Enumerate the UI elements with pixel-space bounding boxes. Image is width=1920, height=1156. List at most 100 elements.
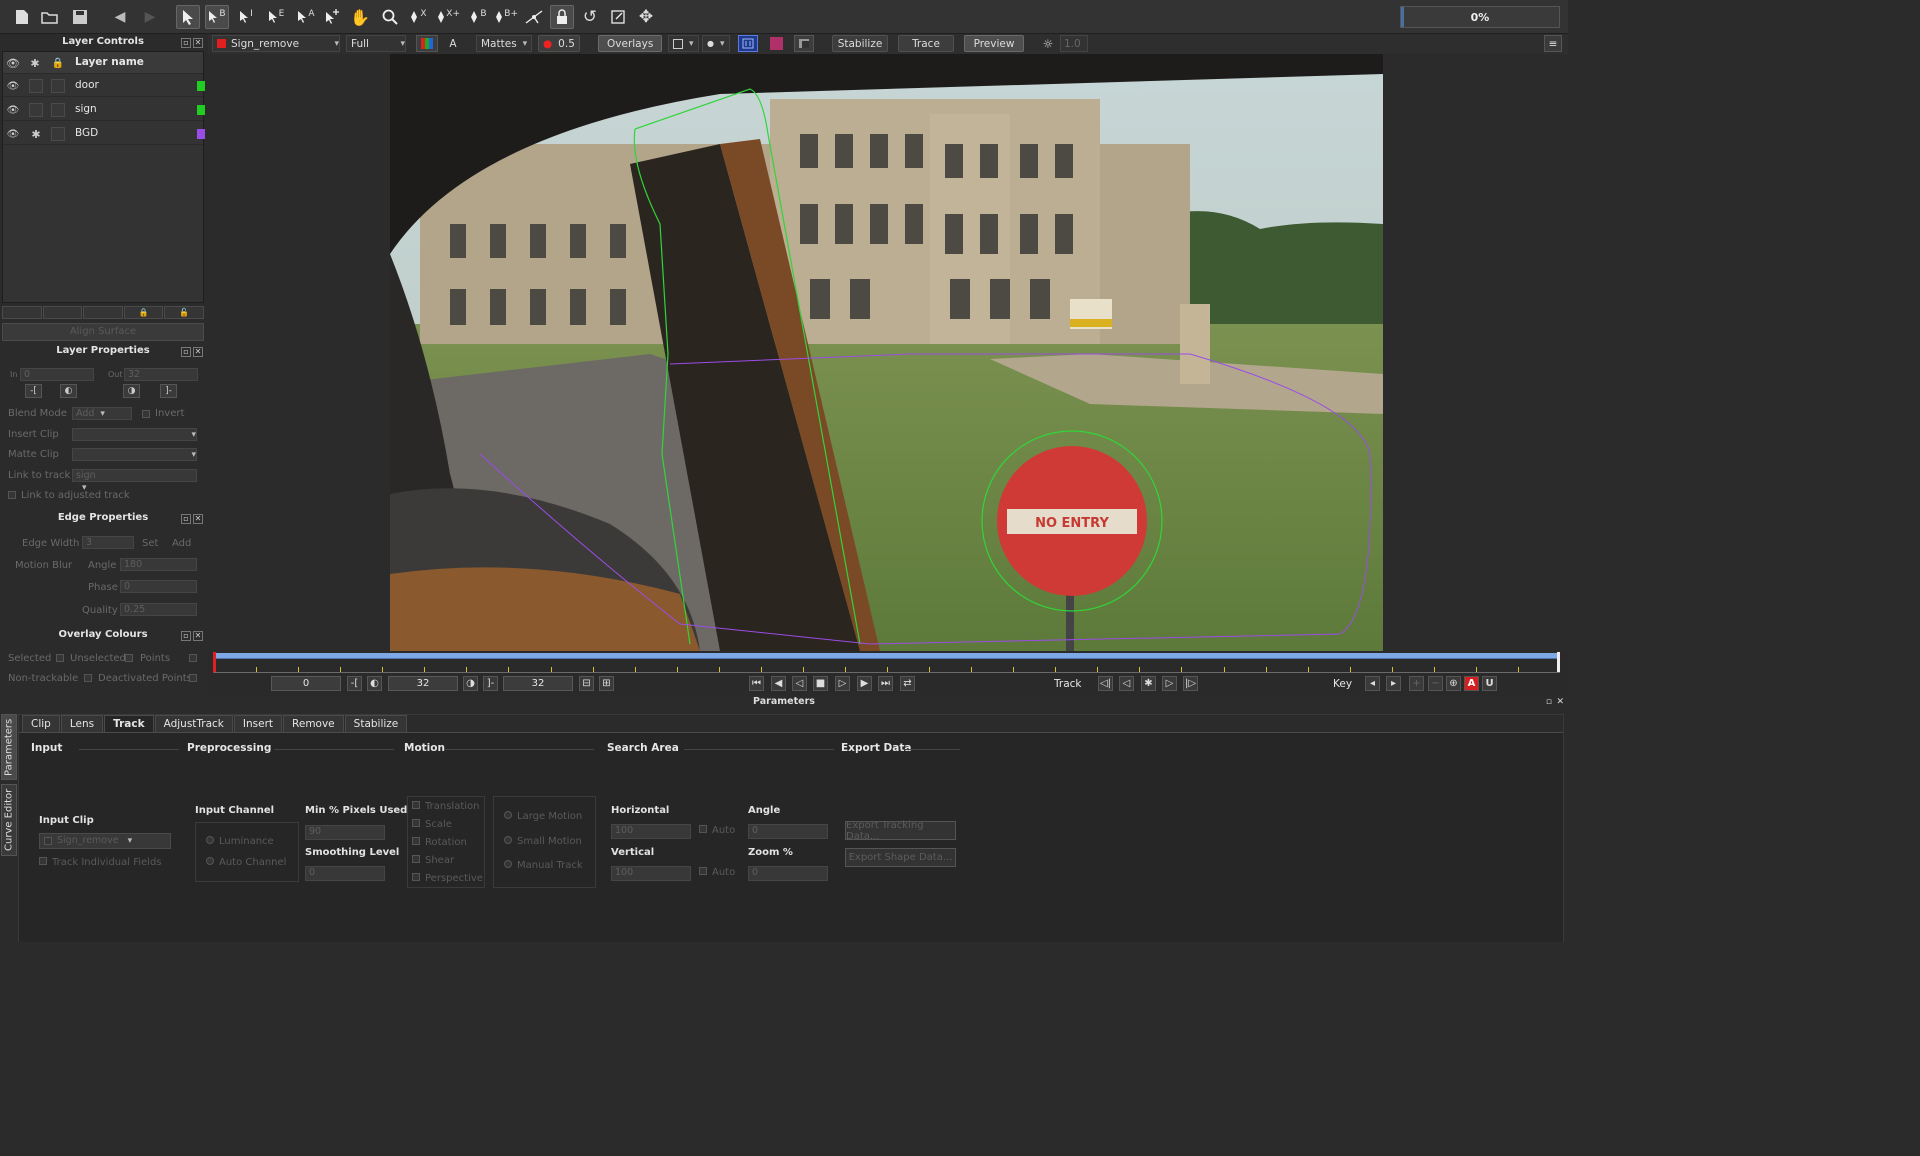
manual-track-radio[interactable] xyxy=(504,860,512,868)
opacity-control[interactable]: ● 0.5 xyxy=(538,35,580,52)
quality-field[interactable]: 0.25 xyxy=(120,603,197,616)
export-tracking-data-button[interactable]: Export Tracking Data... xyxy=(845,820,956,842)
min-pixels-field[interactable]: 90 xyxy=(305,825,385,840)
float-panel-icon[interactable]: ▫ xyxy=(181,631,191,641)
translation-checkbox[interactable] xyxy=(412,801,420,809)
select-i-tool-icon[interactable]: I xyxy=(234,5,258,29)
scale-tool-icon[interactable] xyxy=(606,5,630,29)
tab-adjusttrack[interactable]: AdjustTrack xyxy=(154,715,233,732)
large-motion-radio[interactable] xyxy=(504,811,512,819)
layer-row[interactable]: 👁 sign xyxy=(3,99,205,121)
link-adjusted-checkbox[interactable] xyxy=(8,491,16,499)
unkey-toggle[interactable]: U xyxy=(1482,676,1497,691)
layer-lock-toggle[interactable] xyxy=(51,127,65,141)
translation-option[interactable]: Translation xyxy=(412,801,480,812)
shear-checkbox[interactable] xyxy=(412,855,420,863)
auto-channel-radio[interactable] xyxy=(206,857,214,865)
lock-tool-icon[interactable] xyxy=(550,5,574,29)
insert-clip-dropdown[interactable] xyxy=(72,428,197,441)
delete-layer-button[interactable] xyxy=(83,306,123,319)
curve-editor-side-tab[interactable]: Curve Editor xyxy=(1,784,17,856)
next-keyframe-icon[interactable]: ▸ xyxy=(1386,676,1401,691)
track-fields-option[interactable]: Track Individual Fields xyxy=(39,857,162,868)
perspective-option[interactable]: Perspective xyxy=(412,873,483,884)
reset-range-icon[interactable]: ⊞ xyxy=(599,676,614,691)
track-step-back-icon[interactable]: ◁ xyxy=(1119,676,1134,691)
tab-stabilize[interactable]: Stabilize xyxy=(344,715,408,732)
select-a-tool-icon[interactable]: A xyxy=(294,5,318,29)
scale-checkbox[interactable] xyxy=(412,819,420,827)
bezier-tool-icon[interactable] xyxy=(522,5,546,29)
close-panel-icon[interactable]: ✕ xyxy=(1556,696,1564,708)
close-panel-icon[interactable]: ✕ xyxy=(193,631,203,641)
background-toggle-icon[interactable] xyxy=(794,35,814,52)
pen-b-plus-tool-icon[interactable]: B+ xyxy=(494,5,518,29)
horizontal-field[interactable]: 100 xyxy=(611,824,691,839)
export-shape-data-button[interactable]: Export Shape Data... xyxy=(845,848,956,867)
scale-option[interactable]: Scale xyxy=(412,819,452,830)
image-viewer[interactable]: NO ENTRY xyxy=(390,54,1383,651)
shear-option[interactable]: Shear xyxy=(412,855,454,866)
tab-insert[interactable]: Insert xyxy=(233,715,283,732)
layer-row[interactable]: 👁 ✱ BGD xyxy=(3,123,205,145)
bounding-box-toggle-icon[interactable] xyxy=(738,35,758,52)
goto-out-icon[interactable]: ◑ xyxy=(123,384,140,398)
duplicate-layer-button[interactable] xyxy=(42,306,83,319)
goto-out-point-icon[interactable]: ◑ xyxy=(463,676,478,691)
vertical-auto-option[interactable]: Auto xyxy=(699,867,735,878)
layer-gear-toggle[interactable] xyxy=(29,79,43,93)
loop-icon[interactable]: ⇄ xyxy=(900,676,915,691)
non-trackable-swatch[interactable] xyxy=(84,674,92,682)
prev-keyframe-icon[interactable]: ◂ xyxy=(1365,676,1380,691)
zoom-field[interactable]: 0 xyxy=(748,866,828,881)
timeline-range-bar[interactable] xyxy=(214,653,1560,659)
forward-icon[interactable]: ▶ xyxy=(138,5,162,29)
layer-row[interactable]: 👁 door xyxy=(3,75,205,97)
overlays-button[interactable]: Overlays xyxy=(598,35,663,52)
angle-field[interactable]: 180 xyxy=(120,558,197,571)
track-forward-icon[interactable]: |▷ xyxy=(1183,676,1198,691)
stabilize-button[interactable]: Stabilize xyxy=(832,35,888,52)
manual-track-option[interactable]: Manual Track xyxy=(504,860,583,871)
gear-icon[interactable]: ✱ xyxy=(29,127,43,141)
alpha-toggle[interactable]: A xyxy=(446,35,460,52)
out-field[interactable]: 32 xyxy=(124,368,198,381)
new-file-icon[interactable] xyxy=(10,5,34,29)
current-frame-field[interactable]: 0 xyxy=(271,676,341,691)
add-keyframe-icon[interactable]: + xyxy=(1409,676,1424,691)
zoom-tool-icon[interactable] xyxy=(378,5,402,29)
delete-keyframe-icon[interactable]: − xyxy=(1428,676,1443,691)
select-tool-icon[interactable] xyxy=(176,5,200,29)
preview-button[interactable]: Preview xyxy=(964,35,1024,52)
layer-color-swatch[interactable] xyxy=(197,129,205,139)
set-out-point-icon[interactable]: ]- xyxy=(483,676,498,691)
in-field[interactable]: 0 xyxy=(20,368,94,381)
close-panel-icon[interactable]: ✕ xyxy=(193,38,203,48)
tab-lens[interactable]: Lens xyxy=(60,715,104,732)
invert-checkbox[interactable] xyxy=(142,410,150,418)
move-tool-icon[interactable]: ✥ xyxy=(634,5,658,29)
add-edge-button[interactable]: Add xyxy=(172,538,191,549)
goto-in-icon[interactable]: ◐ xyxy=(60,384,77,398)
brightness-input[interactable]: 1.0 xyxy=(1060,35,1088,52)
hand-tool-icon[interactable]: ✋ xyxy=(348,5,372,29)
parameters-side-tab[interactable]: Parameters xyxy=(1,714,17,780)
blend-mode-dropdown[interactable]: Add xyxy=(72,407,132,420)
rotate-tool-icon[interactable]: ↺ xyxy=(578,5,602,29)
edge-width-field[interactable]: 3 xyxy=(82,536,134,549)
track-backward-icon[interactable]: ◁| xyxy=(1098,676,1113,691)
step-back-icon[interactable]: ◁ xyxy=(792,676,807,691)
overlay-mode-dropdown[interactable] xyxy=(668,35,699,52)
track-fields-checkbox[interactable] xyxy=(39,857,47,865)
layer-color-swatch[interactable] xyxy=(197,105,205,115)
goto-in-point-icon[interactable]: ◐ xyxy=(367,676,382,691)
layer-lock-toggle[interactable] xyxy=(51,103,65,117)
close-panel-icon[interactable]: ✕ xyxy=(193,347,203,357)
matte-color-swatch[interactable] xyxy=(766,35,786,52)
autokey-toggle[interactable]: A xyxy=(1464,676,1479,691)
deactivated-points-swatch[interactable] xyxy=(189,674,197,682)
resolution-dropdown[interactable]: Full xyxy=(346,35,406,52)
channel-toggle-icon[interactable] xyxy=(416,35,438,52)
perspective-checkbox[interactable] xyxy=(412,873,420,881)
visibility-icon[interactable]: 👁 xyxy=(6,79,20,93)
